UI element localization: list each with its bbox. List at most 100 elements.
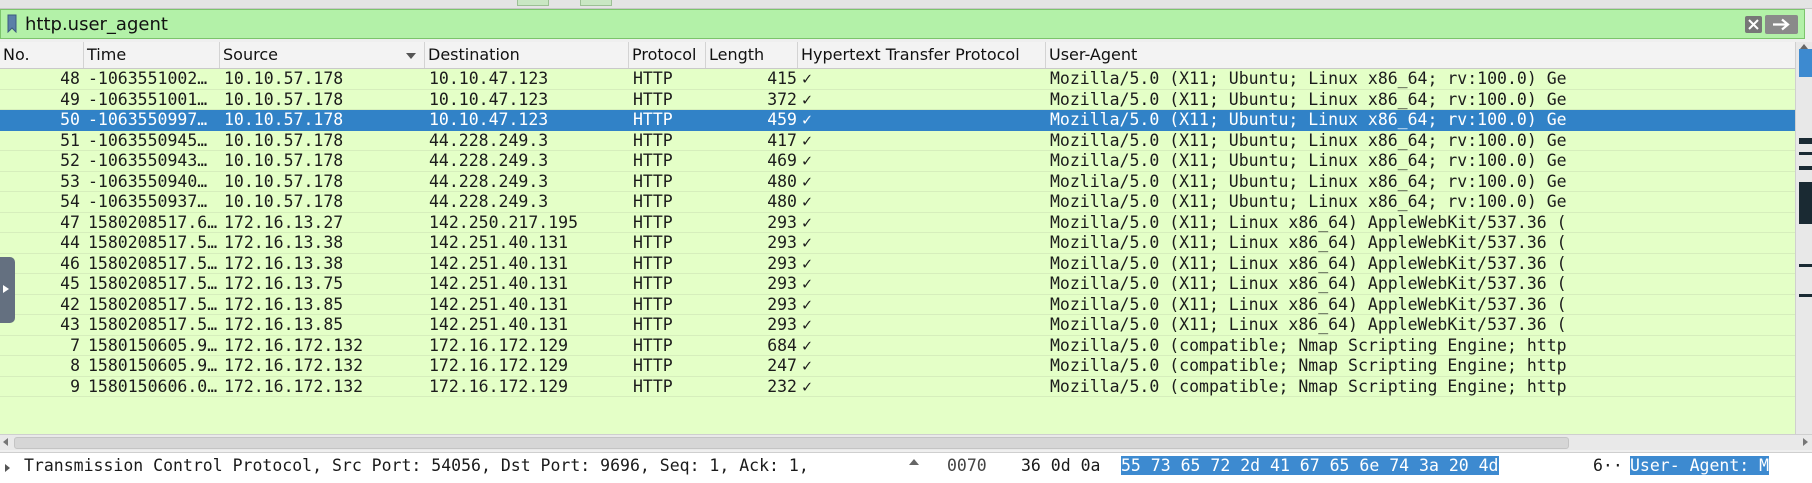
cell-user-agent: Mozilla/5.0 (compatible; Nmap Scripting … <box>1050 335 1567 355</box>
cell-user-agent: Mozilla/5.0 (X11; Linux x86_64) AppleWeb… <box>1050 294 1567 314</box>
cell-time: 1580208517.5… <box>88 274 218 293</box>
packet-bytes-pane[interactable]: 0070 36 0d 0a 55 73 65 72 2d 41 67 65 6e… <box>925 453 1812 483</box>
cell-destination: 172.16.172.129 <box>429 335 569 355</box>
cell-time: 1580208517.6… <box>88 212 218 232</box>
scroll-up-arrow-icon[interactable] <box>909 459 919 465</box>
cell-source: 10.10.57.178 <box>224 110 344 129</box>
table-row[interactable]: 43 1580208517.5… 172.16.13.85 142.251.40.13… <box>0 315 1795 336</box>
column-header-destination[interactable]: Destination <box>425 42 629 68</box>
packet-details-pane[interactable]: Transmission Control Protocol, Src Port:… <box>0 453 926 483</box>
cell-source: 172.16.13.38 <box>224 253 344 273</box>
cell-length: 459 <box>767 110 797 129</box>
cell-source: 10.10.57.178 <box>224 130 344 150</box>
column-header-user-agent[interactable]: User-Agent <box>1046 42 1795 68</box>
column-header-http[interactable]: Hypertext Transfer Protocol <box>798 42 1046 68</box>
expand-tree-icon[interactable] <box>5 464 10 472</box>
cell-destination: 172.16.172.129 <box>429 376 569 396</box>
cell-http: ✓ <box>802 315 812 334</box>
vertical-scrollbar[interactable] <box>1795 42 1812 434</box>
packet-list-header: No. Time Source Destination Protocol Len… <box>0 42 1795 69</box>
ascii-bytes-highlighted: User- Agent: M <box>1630 456 1770 475</box>
cell-no: 51 <box>60 130 80 150</box>
cell-user-agent: Mozilla/5.0 (X11; Linux x86_64) AppleWeb… <box>1050 233 1567 252</box>
column-header-label: Source <box>223 45 278 64</box>
column-header-length[interactable]: Length <box>706 42 798 68</box>
cell-no: 8 <box>70 356 80 375</box>
cell-time: -1063550940… <box>88 171 208 191</box>
cell-protocol: HTTP <box>633 294 673 314</box>
table-row[interactable]: 42 1580208517.5… 172.16.13.85 142.251.40.13… <box>0 294 1795 315</box>
table-row[interactable]: 44 1580208517.5… 172.16.13.38 142.251.40.13… <box>0 233 1795 254</box>
column-header-protocol[interactable]: Protocol <box>629 42 706 68</box>
table-row[interactable]: 49 -1063551001… 10.10.57.178 10.10.47.123 HT… <box>0 89 1795 110</box>
cell-protocol: HTTP <box>633 274 673 293</box>
table-row[interactable]: 9 1580150606.0… 172.16.172.132 172.16.172.1… <box>0 376 1795 397</box>
cell-no: 53 <box>60 171 80 191</box>
minimap-marker <box>1799 182 1812 224</box>
cell-length: 480 <box>767 171 797 191</box>
table-row[interactable]: 48 -1063551002… 10.10.57.178 10.10.47.123 HT… <box>0 69 1795 90</box>
toolbar-nub <box>580 0 612 6</box>
column-header-label: Hypertext Transfer Protocol <box>801 45 1020 64</box>
cell-destination: 10.10.47.123 <box>429 89 549 109</box>
table-row[interactable]: 46 1580208517.5… 172.16.13.38 142.251.40.13… <box>0 253 1795 274</box>
cell-length: 247 <box>767 356 797 375</box>
cell-http: ✓ <box>802 192 812 211</box>
cell-destination: 142.250.217.195 <box>429 212 579 232</box>
cell-no: 54 <box>60 192 80 211</box>
scroll-left-arrow-icon[interactable] <box>3 438 8 446</box>
cell-source: 172.16.13.38 <box>224 233 344 252</box>
cell-http: ✓ <box>802 356 812 375</box>
apply-filter-arrow-icon[interactable] <box>1765 15 1798 34</box>
cell-no: 47 <box>60 212 80 232</box>
cell-source: 10.10.57.178 <box>224 151 344 170</box>
cell-length: 232 <box>767 376 797 396</box>
cell-destination: 10.10.47.123 <box>429 69 549 88</box>
cell-source: 10.10.57.178 <box>224 89 344 109</box>
column-header-time[interactable]: Time <box>84 42 220 68</box>
sidebar-expand-handle[interactable] <box>0 257 15 323</box>
cell-protocol: HTTP <box>633 110 673 129</box>
clear-filter-icon[interactable] <box>1745 16 1762 33</box>
cell-user-agent: Mozilla/5.0 (X11; Ubuntu; Linux x86_64; … <box>1050 151 1567 170</box>
table-row[interactable]: 53 -1063550940… 10.10.57.178 44.228.249.3 HT… <box>0 171 1795 192</box>
minimap-marker <box>1799 138 1812 144</box>
cell-protocol: HTTP <box>633 315 673 334</box>
hex-bytes: 36 0d 0a <box>1021 456 1101 475</box>
cell-no: 44 <box>60 233 80 252</box>
cell-length: 293 <box>767 212 797 232</box>
table-row[interactable]: 47 1580208517.6… 172.16.13.27 142.250.217.1… <box>0 212 1795 233</box>
cell-source: 172.16.13.27 <box>224 212 344 232</box>
horizontal-scrollbar[interactable] <box>0 434 1812 450</box>
display-filter-input[interactable] <box>25 12 1425 36</box>
table-row[interactable]: 8 1580150605.9… 172.16.172.132 172.16.172.1… <box>0 356 1795 377</box>
cell-source: 172.16.172.132 <box>224 335 364 355</box>
bookmark-icon[interactable] <box>7 14 17 33</box>
cell-source: 172.16.13.85 <box>224 294 344 314</box>
cell-user-agent: Mozilla/5.0 (X11; Ubuntu; Linux x86_64; … <box>1050 69 1567 88</box>
table-row[interactable]: 45 1580208517.5… 172.16.13.75 142.251.40.13… <box>0 274 1795 295</box>
cell-protocol: HTTP <box>633 171 673 191</box>
packet-detail-line[interactable]: Transmission Control Protocol, Src Port:… <box>24 456 809 475</box>
cell-http: ✓ <box>802 130 812 150</box>
cell-time: -1063550943… <box>88 151 208 170</box>
cell-user-agent: Mozilla/5.0 (X11; Linux x86_64) AppleWeb… <box>1050 253 1567 273</box>
cell-source: 10.10.57.178 <box>224 171 344 191</box>
table-row[interactable]: 54 -1063550937… 10.10.57.178 44.228.249.3 HT… <box>0 192 1795 213</box>
cell-length: 293 <box>767 274 797 293</box>
column-header-no[interactable]: No. <box>0 42 84 68</box>
cell-time: -1063550937… <box>88 192 208 211</box>
cell-destination: 44.228.249.3 <box>429 151 549 170</box>
toolbar-nub <box>517 0 549 6</box>
scroll-right-arrow-icon[interactable] <box>1803 438 1808 446</box>
table-row[interactable]: 52 -1063550943… 10.10.57.178 44.228.249.3 HT… <box>0 151 1795 172</box>
table-row-selected[interactable]: 50 -1063550997… 10.10.57.178 10.10.47.123 HT… <box>0 110 1795 131</box>
column-header-source[interactable]: Source <box>220 42 425 68</box>
cell-http: ✓ <box>802 335 812 355</box>
table-row[interactable]: 51 -1063550945… 10.10.57.178 44.228.249.3 HT… <box>0 130 1795 151</box>
cell-http: ✓ <box>802 253 812 273</box>
cell-time: -1063550997… <box>88 110 208 129</box>
cell-protocol: HTTP <box>633 233 673 252</box>
horizontal-scroll-thumb[interactable] <box>14 437 1569 449</box>
table-row[interactable]: 7 1580150605.9… 172.16.172.132 172.16.172.1… <box>0 335 1795 356</box>
